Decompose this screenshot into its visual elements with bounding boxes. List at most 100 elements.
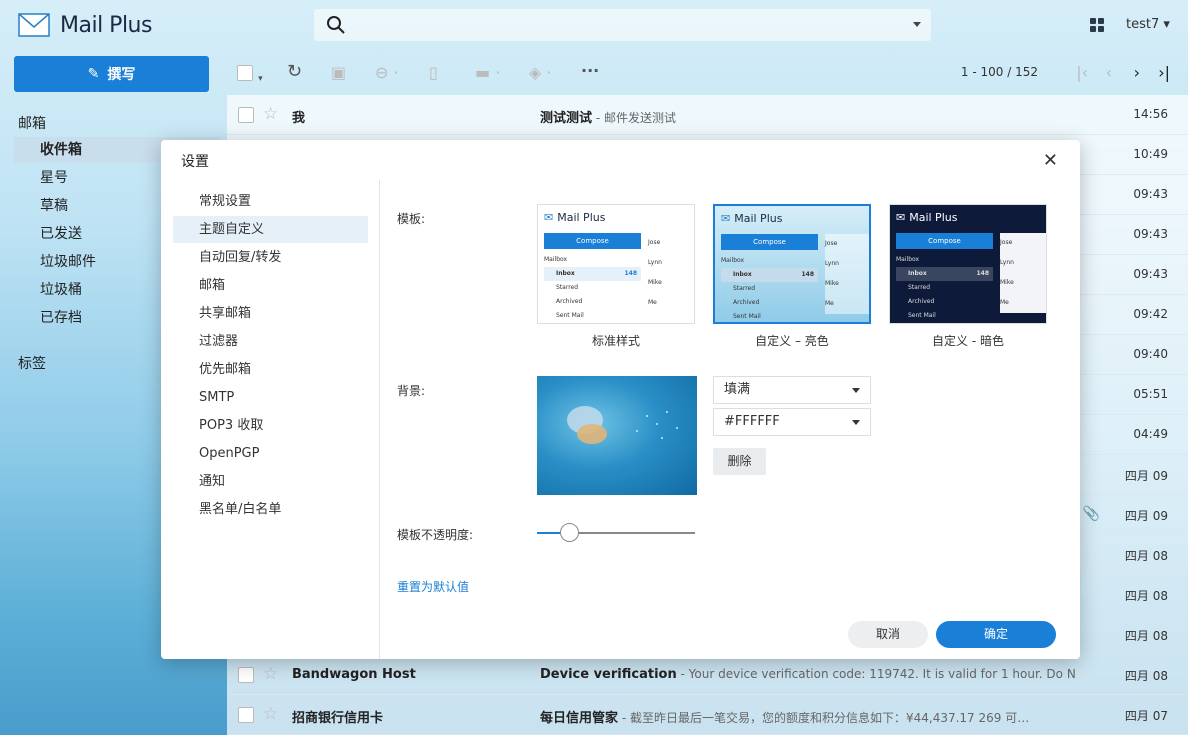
delete-icon[interactable]: ▯ xyxy=(429,63,438,82)
mini-inbox-count: 148 xyxy=(624,270,637,277)
settings-nav-item[interactable]: 邮箱 xyxy=(173,272,368,299)
settings-nav-item[interactable]: 共享邮箱 xyxy=(173,300,368,327)
paperclip-icon: 📎 xyxy=(1082,506,1100,522)
settings-nav-item[interactable]: 常规设置 xyxy=(173,188,368,215)
search-bar[interactable] xyxy=(314,9,931,41)
settings-nav-item[interactable]: SMTP xyxy=(173,384,368,411)
mail-time: 四月 08 xyxy=(1124,589,1168,603)
background-thumbnail[interactable] xyxy=(537,376,697,495)
mail-sender: Bandwagon Host xyxy=(292,667,416,682)
settings-nav-item[interactable]: 过滤器 xyxy=(173,328,368,355)
user-menu[interactable]: test7 ▾ xyxy=(1126,17,1170,32)
next-page-icon[interactable]: › xyxy=(1134,63,1140,82)
opacity-label: 模板不透明度: xyxy=(397,528,474,542)
settings-nav-item[interactable]: POP3 收取 xyxy=(173,412,368,439)
ok-button[interactable]: 确定 xyxy=(936,621,1056,648)
search-icon xyxy=(327,16,345,34)
settings-nav-item[interactable]: OpenPGP xyxy=(173,440,368,467)
fill-mode-select[interactable]: 填满 xyxy=(713,376,871,404)
apps-grid-icon[interactable] xyxy=(1090,18,1104,32)
mini-sidebar: Mailbox Inbox 148 Starred Archived Sent M… xyxy=(721,254,818,322)
settings-nav-item[interactable]: 通知 xyxy=(173,468,368,495)
prev-page-icon[interactable]: ‹ xyxy=(1106,63,1112,82)
compose-button[interactable]: ✎ 撰写 xyxy=(14,56,209,92)
mail-time: 四月 09 xyxy=(1124,469,1168,483)
mini-name: Me xyxy=(1000,299,1009,306)
folder-icon[interactable]: ▬ · xyxy=(475,63,500,82)
mini-name: Jose xyxy=(1000,239,1013,246)
close-icon[interactable]: ✕ xyxy=(1043,150,1058,171)
pager-text: 1 - 100 / 152 xyxy=(960,65,1038,79)
last-page-icon[interactable]: ›| xyxy=(1158,63,1170,82)
color-select[interactable]: #FFFFFF xyxy=(713,408,871,436)
select-all-checkbox[interactable]: ▾ xyxy=(237,65,263,85)
cancel-button[interactable]: 取消 xyxy=(848,621,928,648)
first-page-icon[interactable]: |‹ xyxy=(1076,63,1088,82)
mini-name: Mike xyxy=(648,279,662,286)
mini-compose: Compose xyxy=(721,234,818,250)
mini-mail-icon: ✉ xyxy=(544,210,554,224)
more-icon[interactable]: ··· xyxy=(581,61,599,80)
settings-nav-item[interactable]: 自动回复/转发 xyxy=(173,244,368,271)
settings-nav-item[interactable]: 黑名单/白名单 xyxy=(173,496,368,523)
mini-list: Jose Lynn Mike Me xyxy=(648,233,694,313)
mini-brand: Mail Plus xyxy=(909,210,958,224)
compose-label: 撰写 xyxy=(107,67,136,83)
settings-nav-item[interactable]: 主题自定义 xyxy=(173,216,368,243)
table-row[interactable]: ☆ 招商银行信用卡 每日信用管家 - 截至昨日最后一笔交易，您的额度和积分信息如下：… xyxy=(227,695,1188,735)
template-light[interactable]: ✉ Mail Plus Compose Mailbox Inbox 148 Star… xyxy=(713,204,871,324)
move-icon[interactable]: ▣ xyxy=(331,63,346,82)
template-label: 模板: xyxy=(397,212,426,226)
fill-mode-value: 填满 xyxy=(724,382,751,397)
mail-sender: 招商银行信用卡 xyxy=(292,711,384,726)
template-dark[interactable]: ✉ Mail Plus Compose Mailbox Inbox 148 Star… xyxy=(889,204,1047,324)
mail-sender: 我 xyxy=(292,111,306,126)
mini-name: Mike xyxy=(1000,279,1014,286)
mail-time: 09:40 xyxy=(1133,347,1168,361)
labels-header[interactable]: 标签 xyxy=(18,353,46,373)
mini-header: ✉ Mail Plus xyxy=(538,205,694,229)
pencil-icon: ✎ xyxy=(87,66,100,82)
mail-time: 09:42 xyxy=(1133,307,1168,321)
mini-name: Jose xyxy=(825,240,838,247)
mini-list: Jose Lynn Mike Me xyxy=(1000,233,1046,313)
mini-name: Mike xyxy=(825,280,839,287)
block-icon[interactable]: ⊖ · xyxy=(375,63,399,82)
template-standard[interactable]: ✉ Mail Plus Compose Mailbox Inbox 148 Star… xyxy=(537,204,695,324)
template-standard-caption: 标准样式 xyxy=(591,334,640,348)
star-icon[interactable]: ☆ xyxy=(263,104,278,124)
star-icon[interactable]: ☆ xyxy=(263,704,278,724)
mini-inbox-count: 148 xyxy=(801,271,814,278)
mail-time: 10:49 xyxy=(1133,147,1168,161)
opacity-slider[interactable] xyxy=(537,523,695,542)
reset-default-link[interactable]: 重置为默认值 xyxy=(397,578,469,595)
mini-compose: Compose xyxy=(896,233,993,249)
slider-handle[interactable] xyxy=(560,523,579,542)
table-row[interactable]: ☆ Bandwagon Host Device verification - You… xyxy=(227,655,1188,695)
row-checkbox[interactable] xyxy=(238,107,254,123)
jellyfish-image xyxy=(567,406,678,444)
mail-time: 四月 09 xyxy=(1124,509,1168,523)
mini-inbox: Inbox 148 xyxy=(896,267,993,281)
mailbox-header[interactable]: 邮箱 xyxy=(18,113,46,133)
background-label: 背景: xyxy=(397,384,426,398)
mail-time: 09:43 xyxy=(1133,187,1168,201)
tag-icon[interactable]: ◈ · xyxy=(529,63,551,82)
mini-brand: Mail Plus xyxy=(557,210,606,224)
settings-nav-item[interactable]: 优先邮箱 xyxy=(173,356,368,383)
mini-inbox: Inbox 148 xyxy=(721,268,818,282)
mini-starred: Starred xyxy=(908,284,931,291)
search-dropdown-icon[interactable] xyxy=(913,22,921,27)
mail-time: 09:43 xyxy=(1133,267,1168,281)
mini-compose: Compose xyxy=(544,233,641,249)
row-checkbox[interactable] xyxy=(238,707,254,723)
delete-background-button[interactable]: 删除 xyxy=(713,448,766,475)
mini-archived: Archived xyxy=(733,299,760,306)
star-icon[interactable]: ☆ xyxy=(263,664,278,684)
table-row[interactable]: ☆ 我 测试测试 - 邮件发送测试 14:56 xyxy=(227,95,1188,135)
refresh-icon[interactable]: ↻ xyxy=(287,61,302,82)
chevron-down-icon xyxy=(852,388,860,393)
row-checkbox[interactable] xyxy=(238,667,254,683)
settings-nav: 常规设置 主题自定义 自动回复/转发 邮箱 共享邮箱 过滤器 优先邮箱 SMTP POP3 收取… xyxy=(161,180,380,659)
mini-inbox-label: Inbox xyxy=(556,270,575,277)
